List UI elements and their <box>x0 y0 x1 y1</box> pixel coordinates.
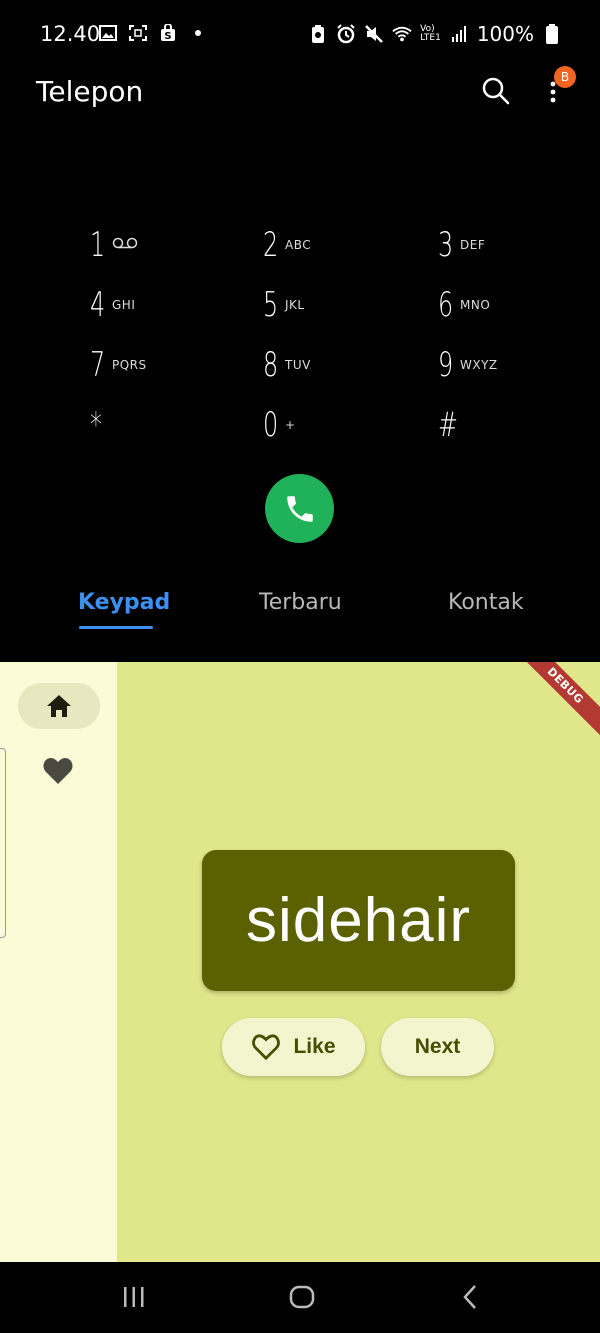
volte-label: Vo) LTE1 <box>420 25 441 43</box>
key-digit: 3 <box>438 225 454 265</box>
heart-outline-icon <box>252 1034 281 1061</box>
key-digit: 2 <box>263 225 279 265</box>
phone-icon <box>286 495 313 522</box>
svg-text:S: S <box>164 31 171 42</box>
key-digit: # <box>438 405 458 445</box>
key-digit: * <box>90 405 102 445</box>
voicemail-icon <box>112 236 138 255</box>
key-digit: 6 <box>438 285 454 325</box>
status-time: 12.40 <box>40 22 101 46</box>
next-label: Next <box>414 1035 461 1058</box>
key-letters: JKL <box>285 298 305 312</box>
screenshot-icon <box>128 24 148 42</box>
status-bar: 12.40 S Vo) LTE1 100% <box>0 0 600 68</box>
status-system-icons: Vo) LTE1 100% <box>308 22 562 46</box>
next-button[interactable]: Next <box>381 1018 494 1076</box>
key-3[interactable]: 3 DEF <box>438 220 578 270</box>
system-nav-bar <box>0 1262 600 1333</box>
shop-bag-icon: S <box>158 24 178 42</box>
key-letters: WXYZ <box>460 358 498 372</box>
key-digit: 8 <box>263 345 279 385</box>
key-digit: 9 <box>438 345 454 385</box>
key-digit: 0 <box>263 405 279 445</box>
key-digit: 7 <box>90 345 106 385</box>
word-pair-text: sidehair <box>245 886 472 955</box>
status-notification-icons: S <box>98 24 208 42</box>
alarm-icon <box>336 24 356 44</box>
key-letters: GHI <box>112 298 136 312</box>
key-digit: 5 <box>263 285 279 325</box>
key-0[interactable]: 0 + <box>263 400 403 450</box>
home-icon <box>47 695 71 717</box>
key-digit: 1 <box>90 225 106 265</box>
search-icon[interactable] <box>481 76 511 106</box>
key-letters: MNO <box>460 298 491 312</box>
rail-item-favorites[interactable] <box>40 754 76 788</box>
home-circle-icon <box>289 1285 315 1309</box>
signal-icon <box>449 25 469 43</box>
battery-percent: 100% <box>476 22 534 46</box>
key-6[interactable]: 6 MNO <box>438 280 578 330</box>
key-letters: ABC <box>285 238 312 252</box>
active-tab-indicator <box>79 626 153 629</box>
key-letters: DEF <box>460 238 486 252</box>
tab-bar: Keypad Terbaru Kontak <box>0 590 600 630</box>
rail-item-home[interactable] <box>18 683 100 729</box>
image-icon <box>98 24 118 42</box>
word-card: sidehair <box>202 850 515 991</box>
battery-icon <box>542 24 562 44</box>
drag-handle[interactable] <box>0 748 6 938</box>
key-star[interactable]: * <box>90 400 230 450</box>
volte-label-bottom: LTE1 <box>420 33 441 43</box>
like-button[interactable]: Like <box>222 1018 365 1076</box>
recents-icon <box>124 1287 144 1307</box>
dot-icon <box>188 24 208 42</box>
back-button[interactable] <box>455 1284 485 1310</box>
key-letters: PQRS <box>112 358 147 372</box>
call-button[interactable] <box>265 474 334 543</box>
key-digit: 4 <box>90 285 106 325</box>
tab-contacts[interactable]: Kontak <box>448 590 524 615</box>
notification-badge: B <box>554 66 576 88</box>
key-7[interactable]: 7 PQRS <box>90 340 230 390</box>
heart-icon <box>43 758 73 784</box>
key-9[interactable]: 9 WXYZ <box>438 340 578 390</box>
key-4[interactable]: 4 GHI <box>90 280 230 330</box>
back-chevron-icon <box>463 1285 476 1309</box>
key-hash[interactable]: # <box>438 400 578 450</box>
tab-keypad[interactable]: Keypad <box>78 590 170 615</box>
data-saver-icon <box>308 25 328 43</box>
wifi-icon <box>392 25 412 43</box>
like-label: Like <box>293 1035 336 1058</box>
key-2[interactable]: 2 ABC <box>263 220 403 270</box>
key-letters: TUV <box>285 358 311 372</box>
key-8[interactable]: 8 TUV <box>263 340 403 390</box>
key-5[interactable]: 5 JKL <box>263 280 403 330</box>
tab-recents[interactable]: Terbaru <box>259 590 342 615</box>
home-button[interactable] <box>287 1284 317 1310</box>
flutter-app: sidehair Like Next DEBUG <box>0 662 600 1262</box>
navigation-rail <box>0 662 117 1262</box>
page-title: Telepon <box>36 75 144 108</box>
mute-icon <box>364 25 384 43</box>
key-1[interactable]: 1 <box>90 220 230 270</box>
recent-apps-button[interactable] <box>119 1284 149 1310</box>
debug-banner: DEBUG <box>511 662 600 740</box>
key-letters: + <box>285 418 296 432</box>
